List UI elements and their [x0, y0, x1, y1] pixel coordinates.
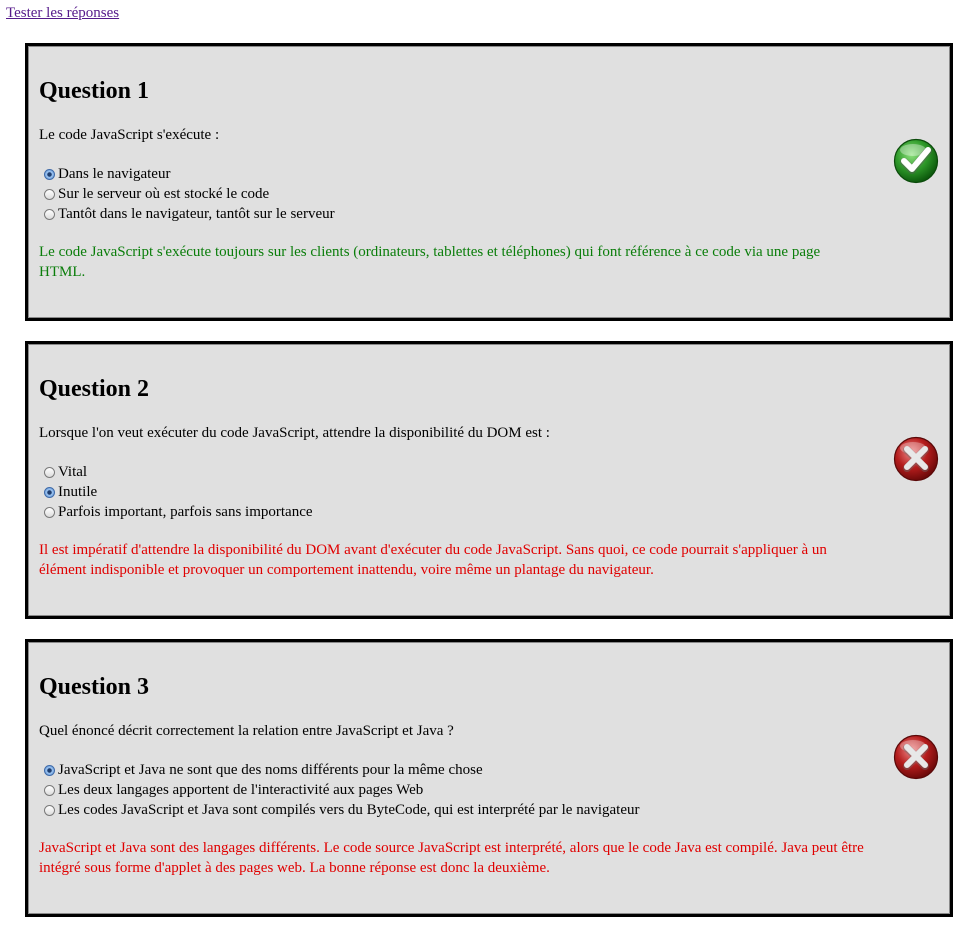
answer-option-3[interactable]: Tantôt dans le navigateur, tantôt sur le…: [44, 204, 335, 224]
question-card-2: Question 2 Lorsque l'on veut exécuter du…: [25, 341, 953, 619]
radio-button[interactable]: [44, 784, 55, 796]
answer-option-label: Les deux langages apportent de l'interac…: [58, 781, 424, 798]
answer-options: Vital Inutile Parfois important, parfois…: [44, 462, 313, 522]
check-icon: [893, 138, 939, 184]
question-card-3: Question 3 Quel énoncé décrit correcteme…: [25, 639, 953, 917]
question-list: Question 1 Le code JavaScript s'exécute …: [25, 43, 953, 937]
cross-icon: [893, 734, 939, 780]
test-answers-link[interactable]: Tester les réponses: [6, 5, 119, 22]
radio-button[interactable]: [44, 506, 55, 518]
question-title: Question 2: [39, 376, 150, 402]
question-prompt: Le code JavaScript s'exécute :: [39, 127, 220, 143]
answer-option-label: JavaScript et Java ne sont que des noms …: [58, 761, 483, 778]
radio-button[interactable]: [44, 466, 55, 478]
answer-explanation: Le code JavaScript s'exécute toujours su…: [39, 244, 821, 280]
radio-button[interactable]: [44, 168, 55, 180]
radio-button[interactable]: [44, 486, 55, 498]
answer-option-2[interactable]: Les deux langages apportent de l'interac…: [44, 780, 640, 800]
answer-option-1[interactable]: Vital: [44, 462, 313, 482]
answer-option-1[interactable]: Dans le navigateur: [44, 164, 335, 184]
answer-option-label: Dans le navigateur: [58, 165, 171, 182]
radio-button[interactable]: [44, 188, 55, 200]
answer-option-1[interactable]: JavaScript et Java ne sont que des noms …: [44, 760, 640, 780]
answer-explanation: JavaScript et Java sont des langages dif…: [39, 840, 864, 876]
answer-option-2[interactable]: Sur le serveur où est stocké le code: [44, 184, 335, 204]
answer-options: Dans le navigateur Sur le serveur où est…: [44, 164, 335, 224]
radio-button[interactable]: [44, 804, 55, 816]
answer-option-label: Les codes JavaScript et Java sont compil…: [58, 801, 640, 818]
radio-button[interactable]: [44, 764, 55, 776]
answer-option-label: Inutile: [58, 483, 98, 500]
answer-explanation: Il est impératif d'attendre la disponibi…: [39, 542, 827, 578]
question-card-1: Question 1 Le code JavaScript s'exécute …: [25, 43, 953, 321]
question-prompt: Lorsque l'on veut exécuter du code JavaS…: [39, 425, 550, 441]
answer-option-label: Parfois important, parfois sans importan…: [58, 503, 313, 520]
question-title: Question 3: [39, 674, 150, 700]
answer-option-3[interactable]: Parfois important, parfois sans importan…: [44, 502, 313, 522]
answer-option-label: Sur le serveur où est stocké le code: [58, 185, 270, 202]
answer-option-3[interactable]: Les codes JavaScript et Java sont compil…: [44, 800, 640, 820]
question-title: Question 1: [39, 78, 150, 104]
cross-icon: [893, 436, 939, 482]
answer-options: JavaScript et Java ne sont que des noms …: [44, 760, 640, 820]
radio-button[interactable]: [44, 208, 55, 220]
answer-option-label: Vital: [58, 463, 88, 480]
answer-option-label: Tantôt dans le navigateur, tantôt sur le…: [58, 205, 335, 222]
answer-option-2[interactable]: Inutile: [44, 482, 313, 502]
question-prompt: Quel énoncé décrit correctement la relat…: [39, 723, 454, 739]
